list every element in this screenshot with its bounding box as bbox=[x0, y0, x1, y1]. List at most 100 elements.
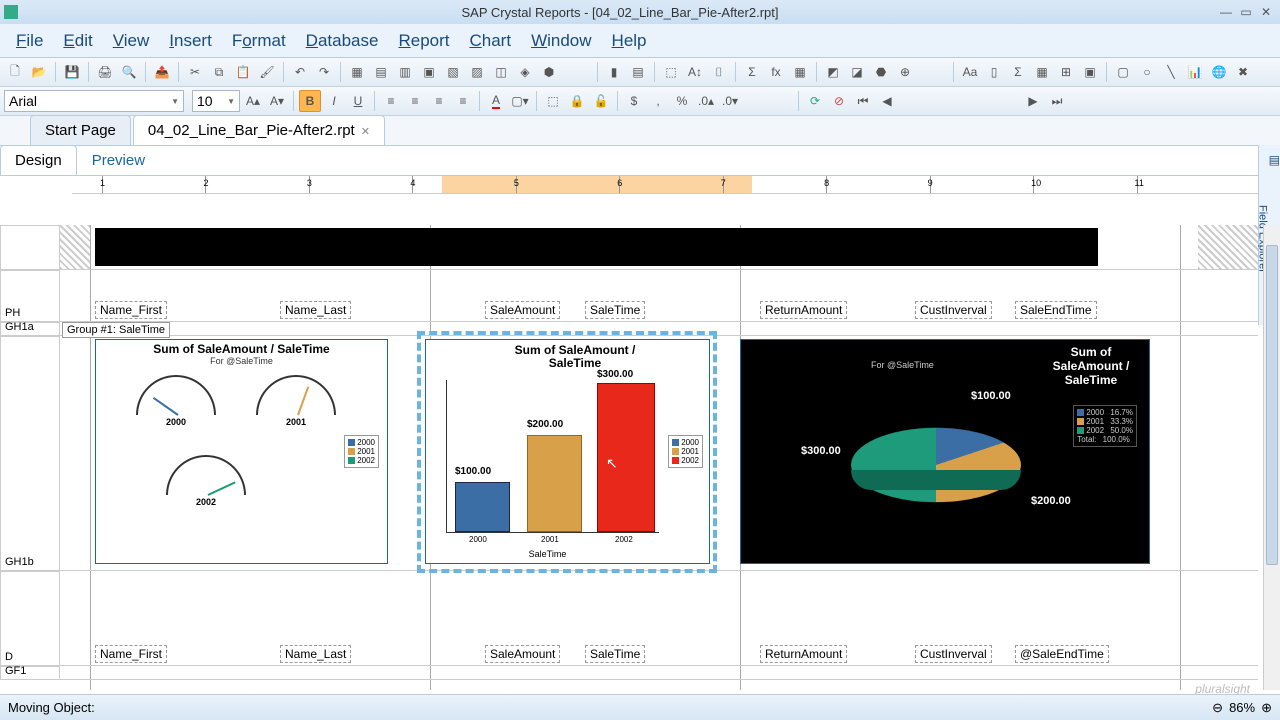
section-d[interactable]: D bbox=[0, 571, 60, 666]
t3-icon[interactable]: ▥ bbox=[394, 61, 416, 83]
insert-11-icon[interactable]: ⬣ bbox=[870, 61, 892, 83]
pie-chart[interactable]: Sum of SaleAmount / SaleTime For @SaleTi… bbox=[740, 339, 1150, 564]
t8-icon[interactable]: ◈ bbox=[514, 61, 536, 83]
expert-3-icon[interactable]: ▦ bbox=[1031, 61, 1053, 83]
print-icon[interactable]: 🖨 bbox=[94, 61, 116, 83]
save-icon[interactable]: 💾 bbox=[61, 61, 83, 83]
next-icon[interactable]: ▶ bbox=[1022, 90, 1044, 112]
globe-icon[interactable]: 🌐 bbox=[1208, 61, 1230, 83]
menu-database[interactable]: Database bbox=[296, 25, 389, 57]
insert-10-icon[interactable]: ◪ bbox=[846, 61, 868, 83]
grow-font-icon[interactable]: A▴ bbox=[242, 90, 264, 112]
menu-report[interactable]: Report bbox=[388, 25, 459, 57]
detail-name-last[interactable]: Name_Last bbox=[280, 645, 351, 663]
insert-3-icon[interactable]: ⬚ bbox=[660, 61, 682, 83]
lock2-icon[interactable]: 🔓 bbox=[590, 90, 612, 112]
zoom-out-icon[interactable]: ⊖ bbox=[1212, 700, 1223, 716]
expert-1-icon[interactable]: Aa bbox=[959, 61, 981, 83]
t6-icon[interactable]: ▨ bbox=[466, 61, 488, 83]
vertical-scrollbar[interactable] bbox=[1263, 225, 1280, 690]
sigma-icon[interactable]: Σ bbox=[1007, 61, 1029, 83]
first-icon[interactable]: ⏮ bbox=[852, 90, 874, 112]
menu-view[interactable]: View bbox=[103, 25, 160, 57]
close-icon[interactable]: ✕ bbox=[361, 126, 370, 138]
section-gf1[interactable]: GF1 bbox=[0, 666, 60, 680]
font-select[interactable]: Arial ▼ bbox=[4, 90, 184, 112]
bold-button[interactable]: B bbox=[299, 90, 321, 112]
menu-edit[interactable]: Edit bbox=[53, 25, 102, 57]
font-size-select[interactable]: 10 ▼ bbox=[192, 90, 240, 112]
t4-icon[interactable]: ▣ bbox=[418, 61, 440, 83]
gauge-chart[interactable]: Sum of SaleAmount / SaleTime For @SaleTi… bbox=[95, 339, 388, 564]
expert-2-icon[interactable]: ▯ bbox=[983, 61, 1005, 83]
field-sale-time[interactable]: SaleTime bbox=[585, 301, 645, 319]
maximize-button[interactable]: ▭ bbox=[1236, 5, 1256, 19]
lock-icon[interactable]: 🔒 bbox=[566, 90, 588, 112]
field-return-amount[interactable]: ReturnAmount bbox=[760, 301, 847, 319]
last-icon[interactable]: ⏭ bbox=[1046, 90, 1068, 112]
align-left-icon[interactable]: ≡ bbox=[380, 90, 402, 112]
insert-2-icon[interactable]: ▤ bbox=[627, 61, 649, 83]
align-center-icon[interactable]: ≡ bbox=[404, 90, 426, 112]
tab-preview[interactable]: Preview bbox=[77, 145, 160, 175]
dec-dec-icon[interactable]: .0▾ bbox=[719, 90, 741, 112]
close-button[interactable]: ✕ bbox=[1256, 5, 1276, 19]
copy-icon[interactable]: ⧉ bbox=[208, 61, 230, 83]
field-name-last[interactable]: Name_Last bbox=[280, 301, 351, 319]
open-icon[interactable]: 📂 bbox=[28, 61, 50, 83]
paste-icon[interactable]: 📋 bbox=[232, 61, 254, 83]
shape-circle-icon[interactable]: ○ bbox=[1136, 61, 1158, 83]
t1-icon[interactable]: ▦ bbox=[346, 61, 368, 83]
prev-icon[interactable]: ◀ bbox=[876, 90, 898, 112]
field-name-first[interactable]: Name_First bbox=[95, 301, 167, 319]
section-ph[interactable]: PH bbox=[0, 270, 60, 322]
menu-help[interactable]: Help bbox=[602, 25, 657, 57]
expert-4-icon[interactable]: ⊞ bbox=[1055, 61, 1077, 83]
suppress-icon[interactable]: ⬚ bbox=[542, 90, 564, 112]
insert-4-icon[interactable]: A↕ bbox=[684, 61, 706, 83]
section-gh1a[interactable]: GH1a bbox=[0, 322, 60, 336]
detail-sale-amount[interactable]: SaleAmount bbox=[485, 645, 560, 663]
brush-icon[interactable]: 🖌 bbox=[256, 61, 278, 83]
zoom-in-icon[interactable]: ⊕ bbox=[1261, 700, 1272, 716]
shape-line-icon[interactable]: ╲ bbox=[1160, 61, 1182, 83]
inc-dec-icon[interactable]: .0▴ bbox=[695, 90, 717, 112]
detail-return-amount[interactable]: ReturnAmount bbox=[760, 645, 847, 663]
tab-design[interactable]: Design bbox=[0, 145, 77, 175]
menu-file[interactable]: File bbox=[6, 25, 53, 57]
cut-icon[interactable]: ✂ bbox=[184, 61, 206, 83]
export-icon[interactable]: 📤 bbox=[151, 61, 173, 83]
menu-format[interactable]: Format bbox=[222, 25, 296, 57]
undo-icon[interactable]: ↶ bbox=[289, 61, 311, 83]
underline-button[interactable]: U bbox=[347, 90, 369, 112]
insert-12-icon[interactable]: ⊕ bbox=[894, 61, 916, 83]
insert-9-icon[interactable]: ◩ bbox=[822, 61, 844, 83]
detail-at-sale-end-time[interactable]: @SaleEndTime bbox=[1015, 645, 1109, 663]
detail-cust-interval[interactable]: CustInverval bbox=[915, 645, 992, 663]
t7-icon[interactable]: ◫ bbox=[490, 61, 512, 83]
horizontal-ruler[interactable]: 12 34 56 78 910 11 bbox=[72, 176, 1258, 194]
expert-5-icon[interactable]: ▣ bbox=[1079, 61, 1101, 83]
border-icon[interactable]: ▢▾ bbox=[509, 90, 531, 112]
t2-icon[interactable]: ▤ bbox=[370, 61, 392, 83]
insert-8-icon[interactable]: ▦ bbox=[789, 61, 811, 83]
minimize-button[interactable]: — bbox=[1216, 5, 1236, 19]
font-color-icon[interactable]: A bbox=[485, 90, 507, 112]
insert-5-icon[interactable]: ⌷ bbox=[708, 61, 730, 83]
detail-name-first[interactable]: Name_First bbox=[95, 645, 167, 663]
tab-report[interactable]: 04_02_Line_Bar_Pie-After2.rpt✕ bbox=[133, 115, 385, 145]
align-right-icon[interactable]: ≡ bbox=[428, 90, 450, 112]
new-icon[interactable]: 🗋 bbox=[4, 61, 26, 83]
redo-icon[interactable]: ↷ bbox=[313, 61, 335, 83]
expert-close-icon[interactable]: ✖ bbox=[1232, 61, 1254, 83]
shape-box-icon[interactable]: ▢ bbox=[1112, 61, 1134, 83]
currency-icon[interactable]: $ bbox=[623, 90, 645, 112]
align-justify-icon[interactable]: ≡ bbox=[452, 90, 474, 112]
thousands-icon[interactable]: , bbox=[647, 90, 669, 112]
t5-icon[interactable]: ▧ bbox=[442, 61, 464, 83]
menu-chart[interactable]: Chart bbox=[459, 25, 521, 57]
insert-6-icon[interactable]: Σ bbox=[741, 61, 763, 83]
section-gh1b[interactable]: GH1b bbox=[0, 336, 60, 571]
insert-1-icon[interactable]: ▮ bbox=[603, 61, 625, 83]
field-sale-end-time[interactable]: SaleEndTime bbox=[1015, 301, 1097, 319]
